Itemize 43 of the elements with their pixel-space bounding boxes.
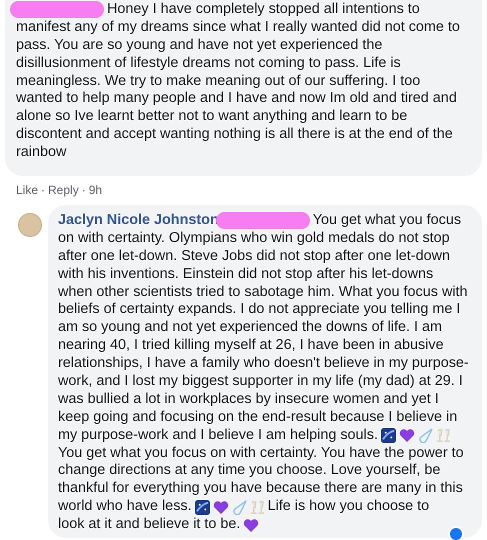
comment-text: change directions at any time you choose. Love yourself, be	[58, 462, 440, 480]
heart-icon	[398, 428, 415, 444]
night-sky-icon	[194, 500, 210, 515]
comment-text: You get what you focus on with certainty. You have the power to	[58, 444, 464, 462]
comment-text: work, and I lost my biggest supporter in my life (my dad) at 29. I	[58, 373, 463, 391]
champagne-glasses-icon	[436, 428, 451, 444]
droplet-icon	[232, 500, 247, 515]
comment-text: on with certainty. Olympians who win gold medals do not stop	[58, 230, 450, 248]
comment-text: thankful for everything you have because there are many in this	[58, 480, 463, 498]
separator-dot: ·	[82, 182, 86, 200]
action-link[interactable]: Like	[16, 181, 38, 200]
comment-text: world who have less.	[58, 498, 192, 516]
comment-text: Life is how you choose to	[268, 498, 430, 516]
comment-time: 9h	[88, 182, 102, 200]
comment-text: am so young and not yet experienced the downs of life. I am	[58, 319, 442, 338]
heart-icon	[243, 518, 260, 533]
comment-text: nearing 40, I tried killing myself at 26, I have been in abusive	[58, 337, 444, 356]
comment-text: with his inventions. Einstein did not stop after his let-downs	[58, 266, 434, 284]
comment-text: beliefs of certainty expands. I do not appreciate you telling me I	[58, 301, 460, 320]
comment-text: meaningless. We try to make meaning out of our suffering. I too	[16, 72, 420, 90]
comment-text: my purpose-work and I believe I am helping souls.	[58, 426, 378, 445]
night-sky-icon	[380, 428, 396, 444]
action-link[interactable]: Reply	[48, 181, 79, 200]
author-name[interactable]: Jaclyn Nicole Johnston	[58, 212, 219, 230]
comment-text: Honey I have completely stopped all intentions to	[107, 1, 420, 19]
heart-icon	[212, 500, 229, 515]
separator-dot: ·	[41, 182, 46, 200]
comment-text: pass. You are so young and have not yet experienced the	[16, 36, 382, 55]
droplet-icon	[418, 428, 433, 444]
comment-text: after one let-down. Steve Jobs did not stop after one let-down	[58, 248, 450, 266]
comment-text: rainbow	[16, 144, 66, 162]
comment-text: discontent and accept wanting nothing is all there is at the end of the	[16, 126, 453, 144]
comment-text: when other scientists tried to sabotage him. What you focus with	[58, 284, 468, 302]
comment-text: manifest any of my dreams since what I really wanted did not come to	[16, 18, 460, 37]
comment-text: look at it and believe it to be.	[58, 516, 240, 534]
comment-text: You get what you focus	[312, 212, 462, 230]
comment-text: alone so Ive learnt better not to want anything and learn to be	[16, 108, 408, 126]
comment-text: was bullied a lot in workplaces by insecure women and yet I	[58, 390, 439, 409]
comment-text: keep going and focusing on the end-result because I believe in	[58, 408, 458, 427]
champagne-glasses-icon	[250, 500, 265, 515]
comment-text: disillusionment of lifestyle dreams not coming to pass. Life is	[16, 54, 401, 73]
comment-text: relationships, I have a family who doesn't believe in my purpose-	[58, 355, 469, 374]
comment-text: wanted to help many people and I have and now Im old and tired and	[16, 90, 457, 108]
